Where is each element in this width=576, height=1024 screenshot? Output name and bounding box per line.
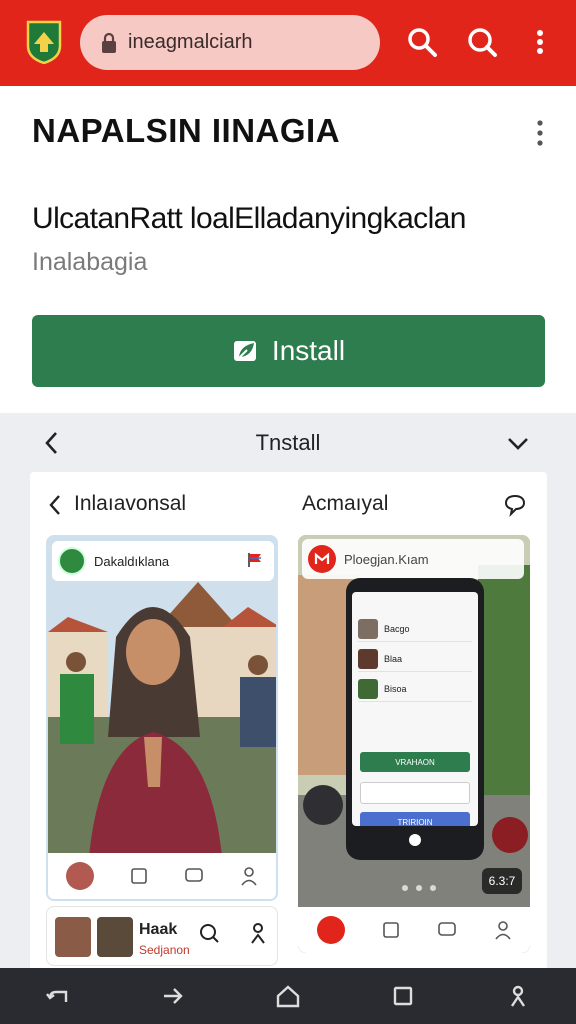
home-icon[interactable] [274,982,302,1010]
app-subtitle: UlcatanRatt loalElladanyingkaclan [32,202,466,235]
lock-icon [102,32,116,53]
avatar [97,917,133,957]
carousel-dots [402,885,436,891]
phone-screen: Bacgo Blaa Bisoa VRAHAON TRIRIOIN [352,592,478,826]
phone-blue-button: TRIRIOIN [360,812,470,826]
phone-green-button: VRAHAON [360,752,470,772]
screenshot-2[interactable]: Ploegjan.Kıam Bacgo Blaa Bisoa VRAHAON T… [298,535,530,953]
emblem-logo-icon[interactable] [26,20,62,64]
chat-bubble-icon[interactable] [503,493,527,517]
phone-mockup: Bacgo Blaa Bisoa VRAHAON TRIRIOIN [346,578,484,860]
person-icon[interactable] [249,921,267,945]
chat-icon [185,868,203,882]
square-icon [131,868,147,884]
person-icon [241,867,257,886]
app-logo-icon [316,916,345,944]
avatar [55,917,91,957]
mini-sub: Sedjanon [139,943,190,957]
list-item-label: Blaa [384,653,403,664]
list-item: Blaa [358,646,472,672]
more-vert-icon[interactable] [532,118,548,150]
install-button[interactable]: Install [32,315,545,387]
browser-toolbar: ineagmalciarh [0,0,576,86]
list-item-label: Bacgo [384,623,410,634]
recents-icon[interactable] [389,982,417,1010]
mini-profile-card[interactable]: Haak Sedjanon [46,906,278,966]
screenshot-1-header: Dakaldıklana [52,541,274,581]
screenshot-photo-image [48,537,276,899]
undo-icon[interactable] [44,982,72,1010]
section-title: Tnstall [255,430,321,455]
flag-icon [248,553,261,567]
avatar [66,862,94,890]
card-left-title: Inlaıavonsal [74,492,187,515]
url-bar[interactable]: ineagmalciarh [80,15,380,70]
person-icon [494,921,511,940]
app-logo-icon [308,545,336,573]
system-navigation-bar [0,968,576,1024]
install-label: Install [271,335,346,366]
chat-icon [437,922,456,936]
search-icon[interactable] [464,24,500,60]
screenshot-2-bottom-bar [298,907,530,953]
avatar [58,547,86,575]
search-icon[interactable] [404,24,440,60]
screenshot-2-title: Ploegjan.Kıam [344,551,429,567]
screenshot-1-bottom-bar [48,853,276,899]
arrow-right-icon[interactable] [159,982,187,1010]
app-developer[interactable]: Inalabagia [32,248,147,277]
list-item-label: Bisoa [384,683,407,694]
chevron-down-icon[interactable] [505,432,531,454]
url-text: ineagmalciarh [128,31,253,53]
list-item: Bacgo [358,616,472,642]
list-item: Bisoa [358,676,472,702]
app-title: NAPALSIN IINAGIA [32,112,341,149]
search-icon[interactable] [197,921,221,945]
screenshot-1-title: Dakaldıklana [94,553,170,569]
person-icon[interactable] [504,982,532,1010]
more-vert-icon[interactable] [522,24,558,60]
phone-input-box [360,782,470,804]
chevron-left-icon[interactable] [46,493,64,517]
mini-name: Haak [139,921,178,938]
screenshot-2-header: Ploegjan.Kıam [302,539,524,579]
leaf-icon [233,341,256,361]
card-right-title: Acmaıyal [302,492,389,515]
phone-home-button [409,834,421,846]
screenshot-1[interactable]: Dakaldıklana [46,535,278,901]
time-badge: 6.3:7 [482,868,522,894]
square-icon [382,922,399,938]
